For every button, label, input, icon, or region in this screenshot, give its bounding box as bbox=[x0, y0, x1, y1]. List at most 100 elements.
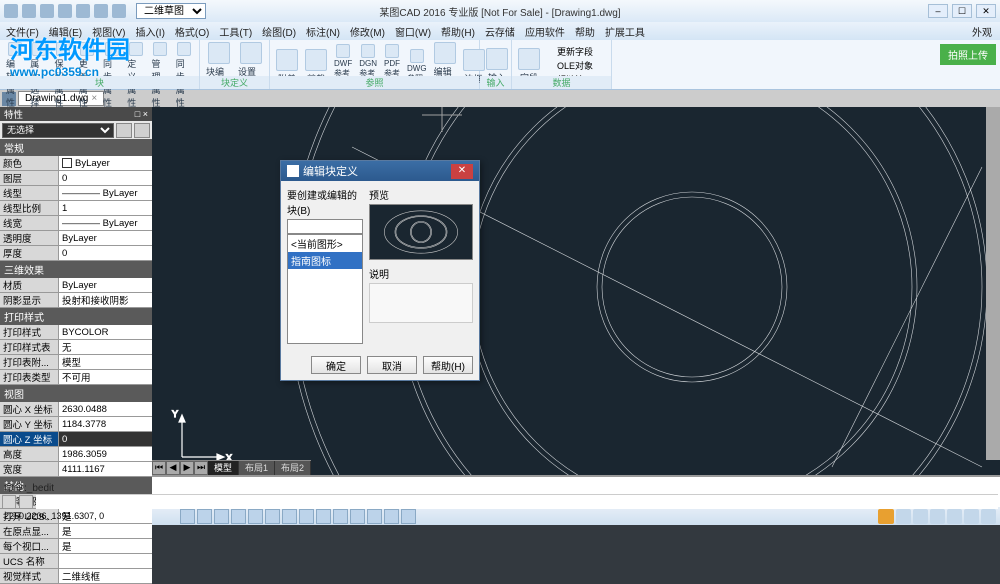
workspace-dropdown[interactable]: 二维草图 bbox=[136, 3, 206, 19]
prop-value[interactable]: 是 bbox=[58, 524, 152, 538]
menu-item[interactable]: 插入(I) bbox=[135, 24, 164, 39]
menu-item[interactable]: 标注(N) bbox=[306, 24, 340, 39]
prop-row[interactable]: 厚度0 bbox=[0, 246, 152, 261]
prop-row[interactable]: 打印表类型不可用 bbox=[0, 370, 152, 385]
redo-icon[interactable] bbox=[94, 4, 108, 18]
prop-row[interactable]: 在原点显...是 bbox=[0, 524, 152, 539]
menu-item[interactable]: 扩展工具 bbox=[605, 24, 645, 39]
prop-value[interactable]: 投射和接收阴影 bbox=[58, 293, 152, 307]
tray-icon[interactable] bbox=[981, 509, 996, 524]
print-icon[interactable] bbox=[112, 4, 126, 18]
prop-row[interactable]: 宽度4111.1167 bbox=[0, 462, 152, 477]
ok-button[interactable]: 确定 bbox=[311, 356, 361, 374]
ime-icon[interactable] bbox=[878, 509, 894, 524]
app-icon[interactable] bbox=[4, 4, 18, 18]
tray-icon[interactable] bbox=[964, 509, 979, 524]
prop-row[interactable]: 透明度ByLayer bbox=[0, 231, 152, 246]
command-input[interactable] bbox=[36, 495, 998, 509]
open-icon[interactable] bbox=[40, 4, 54, 18]
vertical-scrollbar[interactable] bbox=[986, 107, 1000, 460]
prop-row[interactable]: 圆心 Y 坐标1184.3778 bbox=[0, 417, 152, 432]
tab-nav-first-icon[interactable]: ⏮ bbox=[152, 461, 166, 475]
prop-row[interactable]: 线型比例1 bbox=[0, 201, 152, 216]
panel-close-icon[interactable]: □ × bbox=[135, 109, 148, 119]
block-list[interactable]: <当前图形> 指南图标 bbox=[287, 234, 363, 344]
prop-value[interactable]: 1 bbox=[58, 201, 152, 215]
maximize-button[interactable]: ☐ bbox=[952, 4, 972, 18]
prop-row[interactable]: 线型———— ByLayer bbox=[0, 186, 152, 201]
ribbon-row[interactable]: OLE对象 bbox=[545, 59, 593, 72]
minimize-button[interactable]: – bbox=[928, 4, 948, 18]
list-item[interactable]: 指南图标 bbox=[288, 252, 362, 269]
ribbon-row[interactable]: 更新字段 bbox=[545, 45, 593, 58]
aux-icon[interactable] bbox=[384, 509, 399, 524]
prop-row[interactable]: 阴影显示投射和接收阴影 bbox=[0, 293, 152, 308]
menu-item[interactable]: 格式(O) bbox=[175, 24, 209, 39]
prop-value[interactable]: ———— ByLayer bbox=[58, 216, 152, 230]
block-name-input[interactable] bbox=[287, 219, 363, 234]
prop-value[interactable]: 4111.1167 bbox=[58, 462, 152, 476]
prop-row[interactable]: 圆心 X 坐标2630.0488 bbox=[0, 402, 152, 417]
tray-icon[interactable] bbox=[947, 509, 962, 524]
prop-value[interactable]: ByLayer bbox=[58, 156, 152, 170]
new-icon[interactable] bbox=[22, 4, 36, 18]
sel-icon[interactable] bbox=[116, 123, 132, 138]
prop-row[interactable]: 高度1986.3059 bbox=[0, 447, 152, 462]
tray-icon[interactable] bbox=[896, 509, 911, 524]
prop-value[interactable]: 2630.0488 bbox=[58, 402, 152, 416]
snap-icon[interactable] bbox=[180, 509, 195, 524]
prop-group-title[interactable]: 常规 bbox=[0, 139, 152, 156]
prop-value[interactable]: BYCOLOR bbox=[58, 325, 152, 339]
menu-item[interactable]: 工具(T) bbox=[219, 24, 252, 39]
prop-value[interactable]: 0 bbox=[58, 432, 152, 446]
menu-item[interactable]: 帮助(H) bbox=[441, 24, 475, 39]
prop-row[interactable]: 打印样式表无 bbox=[0, 340, 152, 355]
prop-value[interactable]: ———— ByLayer bbox=[58, 186, 152, 200]
prop-row[interactable]: 打印样式BYCOLOR bbox=[0, 325, 152, 340]
aux-icon[interactable] bbox=[333, 509, 348, 524]
prop-group-title[interactable]: 视图 bbox=[0, 385, 152, 402]
cmd-icon[interactable] bbox=[19, 495, 33, 509]
prop-row[interactable]: 颜色ByLayer bbox=[0, 156, 152, 171]
prop-group-title[interactable]: 三维效果 bbox=[0, 261, 152, 278]
prop-value[interactable]: 0 bbox=[58, 246, 152, 260]
model-icon[interactable] bbox=[316, 509, 331, 524]
grid-icon[interactable] bbox=[197, 509, 212, 524]
prop-group-title[interactable]: 打印样式 bbox=[0, 308, 152, 325]
menu-item[interactable]: 云存储 bbox=[485, 24, 515, 39]
otrack-icon[interactable] bbox=[265, 509, 280, 524]
prop-value[interactable]: 无 bbox=[58, 340, 152, 354]
prop-row[interactable]: 每个视口...是 bbox=[0, 539, 152, 554]
tray-icon[interactable] bbox=[930, 509, 945, 524]
aux-icon[interactable] bbox=[401, 509, 416, 524]
aux-icon[interactable] bbox=[350, 509, 365, 524]
dyn-icon[interactable] bbox=[299, 509, 314, 524]
prop-value[interactable]: 二维线框 bbox=[58, 569, 152, 583]
osnap-icon[interactable] bbox=[248, 509, 263, 524]
help-button[interactable]: 帮助(H) bbox=[423, 356, 473, 374]
tab-nav-next-icon[interactable]: ▶ bbox=[180, 461, 194, 475]
menu-item[interactable]: 绘图(D) bbox=[262, 24, 296, 39]
aux-icon[interactable] bbox=[367, 509, 382, 524]
menu-item[interactable]: 应用软件 bbox=[525, 24, 565, 39]
menu-item[interactable]: 文件(F) bbox=[6, 24, 39, 39]
menu-item[interactable]: 修改(M) bbox=[350, 24, 385, 39]
prop-value[interactable]: ByLayer bbox=[58, 278, 152, 292]
save-icon[interactable] bbox=[58, 4, 72, 18]
prop-row[interactable]: 视觉样式二维线框 bbox=[0, 569, 152, 584]
menu-item[interactable]: 帮助 bbox=[575, 24, 595, 39]
prop-row[interactable]: 打印表附...模型 bbox=[0, 355, 152, 370]
prop-value[interactable]: 模型 bbox=[58, 355, 152, 369]
cmd-icon[interactable] bbox=[2, 495, 16, 509]
tab-nav-prev-icon[interactable]: ◀ bbox=[166, 461, 180, 475]
selection-dropdown[interactable]: 无选择 bbox=[2, 123, 114, 138]
close-button[interactable]: ✕ bbox=[976, 4, 996, 18]
layout-tab[interactable]: 布局1 bbox=[239, 461, 275, 475]
prop-value[interactable]: 是 bbox=[58, 539, 152, 553]
polar-icon[interactable] bbox=[231, 509, 246, 524]
tab-nav-last-icon[interactable]: ⏭ bbox=[194, 461, 208, 475]
prop-row[interactable]: 线宽———— ByLayer bbox=[0, 216, 152, 231]
prop-value[interactable] bbox=[58, 554, 152, 568]
upload-button[interactable]: 拍照上传 bbox=[940, 44, 996, 65]
menu-item[interactable]: 窗口(W) bbox=[395, 24, 431, 39]
